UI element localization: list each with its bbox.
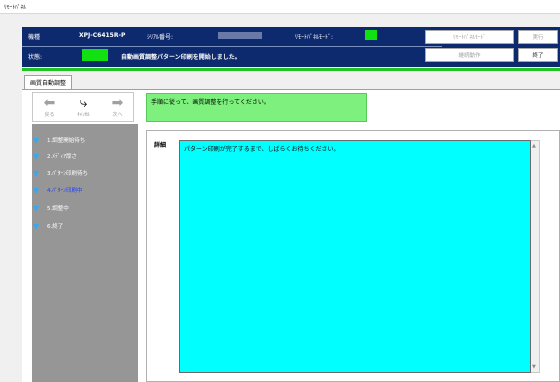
right-arrow-icon: ➡ [111, 95, 124, 111]
step-item: ▼ 5.調整中 [32, 202, 138, 214]
header-accent-line [22, 68, 560, 71]
step-item: ▼ 1.調整開始待ち [32, 134, 138, 146]
header-divider [22, 46, 442, 47]
back-button-label: 戻る [44, 112, 55, 118]
tab-auto-adjust[interactable]: 画質自動調整 [24, 75, 72, 89]
title-bar: ﾘﾓｰﾄﾊﾟﾈﾙ [0, 0, 560, 14]
step-label: 6.終了 [47, 224, 64, 230]
step-list: ▼ 1.調整開始待ち ▼ 2.ﾒﾃﾞｨｱ厚さ ▼ 3.ﾊﾟﾀｰﾝ印刷待ち ▼ 4… [32, 124, 138, 382]
detail-scrollbar[interactable]: ▲ ▼ [531, 140, 540, 373]
step-label: 3.ﾊﾟﾀｰﾝ印刷待ち [47, 171, 88, 177]
status-indicator [82, 49, 108, 61]
back-button[interactable]: ⬅ 戻る [33, 93, 66, 121]
triangle-down-icon: ▼ [33, 204, 40, 213]
step-label: 4.ﾊﾟﾀｰﾝ印刷中 [47, 188, 83, 194]
step-item: ▼ 6.終了 [32, 220, 138, 232]
detail-label: 詳細 [154, 142, 167, 149]
nav-button-group: ⬅ 戻る ⤷ ｷｬﾝｾﾙ ➡ 次へ [32, 92, 134, 122]
curved-arrow-icon: ⤷ [79, 95, 88, 111]
model-value: XPJ-C6415R-P [79, 32, 126, 39]
model-label: 機種 [28, 34, 41, 41]
triangle-down-icon: ▼ [33, 222, 40, 231]
next-button[interactable]: ➡ 次へ [101, 93, 134, 121]
cancel-button[interactable]: ⤷ ｷｬﾝｾﾙ [67, 93, 100, 121]
serial-value-masked [218, 32, 262, 39]
step-item: ▼ 2.ﾒﾃﾞｨｱ厚さ [32, 150, 138, 162]
step-item-current: ▼ 4.ﾊﾟﾀｰﾝ印刷中 [32, 184, 138, 196]
cancel-button-label: ｷｬﾝｾﾙ [77, 112, 90, 118]
triangle-down-icon: ▼ [33, 169, 40, 178]
step-label: 2.ﾒﾃﾞｨｱ厚さ [47, 154, 77, 160]
remote-mode-button[interactable]: ﾘﾓｰﾄﾊﾟﾈﾙﾓｰﾄﾞ [425, 30, 514, 44]
status-header: 機種 XPJ-C6415R-P ｼﾘｱﾙ番号: ﾘﾓｰﾄﾊﾟﾈﾙﾓｰﾄﾞ: 状態… [22, 27, 560, 67]
step-label: 5.調整中 [47, 206, 69, 212]
status-message: 自動画質調整パターン印刷を開始しました。 [121, 54, 241, 61]
window-title: ﾘﾓｰﾄﾊﾟﾈﾙ [4, 5, 27, 11]
scroll-down-icon[interactable]: ▼ [532, 364, 536, 370]
left-arrow-icon: ⬅ [43, 95, 56, 111]
remote-mode-indicator [365, 30, 377, 40]
finish-button[interactable]: 終了 [518, 48, 558, 62]
step-item: ▼ 3.ﾊﾟﾀｰﾝ印刷待ち [32, 167, 138, 179]
scroll-up-icon[interactable]: ▲ [532, 143, 536, 149]
step-label: 1.調整開始待ち [47, 138, 86, 144]
execute-button[interactable]: 実行 [518, 30, 558, 44]
remote-mode-label: ﾘﾓｰﾄﾊﾟﾈﾙﾓｰﾄﾞ: [295, 34, 334, 41]
next-button-label: 次へ [112, 112, 123, 118]
serial-label: ｼﾘｱﾙ番号: [147, 34, 174, 41]
status-label: 状態: [28, 54, 43, 61]
detail-message-box: パターン印刷が完了するまで、しばらくお待ちください。 [179, 140, 531, 373]
triangle-down-icon: ▼ [33, 152, 40, 161]
instruction-box: 手順に従って、画質調整を行ってください。 [146, 93, 367, 122]
continue-operation-button[interactable]: 継続動作 [425, 48, 514, 62]
triangle-down-icon: ▼ [33, 136, 40, 145]
triangle-down-icon: ▼ [33, 186, 40, 195]
